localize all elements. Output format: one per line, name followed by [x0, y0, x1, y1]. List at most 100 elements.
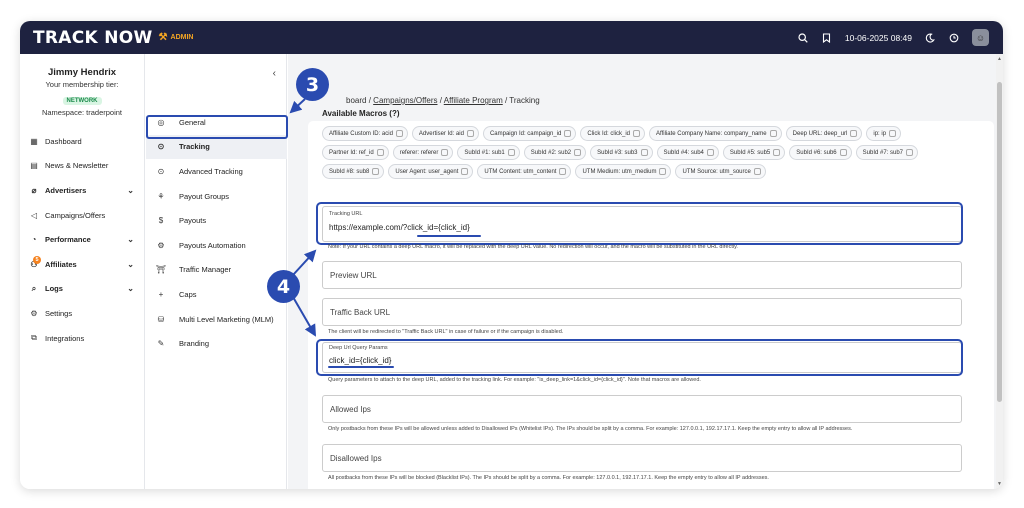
copy-icon[interactable]	[461, 168, 469, 175]
macro-chip[interactable]: Affiliate Company Name: company_name	[649, 126, 782, 141]
macro-chip[interactable]: referer: referer	[392, 145, 454, 160]
sidebar-item-dashboard[interactable]: ▦ Dashboard	[20, 129, 144, 154]
sidebar-item-news[interactable]: ▤ News & Newsletter	[20, 154, 144, 179]
allowed-ips-field[interactable]: Allowed Ips	[322, 395, 962, 423]
disallowed-ips-field[interactable]: Disallowed Ips	[322, 444, 962, 472]
subnav-item-advanced-tracking[interactable]: ⊙ Advanced Tracking	[146, 159, 287, 184]
copy-icon[interactable]	[706, 149, 714, 156]
subnav-item-branding[interactable]: ✎ Branding	[146, 331, 287, 356]
macro-chip-label: Deep URL: deep_url	[792, 130, 848, 137]
macro-chip[interactable]: Affiliate Custom ID: acid	[322, 126, 408, 141]
macro-chip-list: Affiliate Custom ID: acid Advertiser Id: …	[322, 126, 962, 179]
copy-icon[interactable]	[769, 130, 777, 137]
macro-chip[interactable]: UTM Source: utm_source	[675, 164, 766, 179]
sidebar-item-settings[interactable]: ⚙ Settings	[20, 301, 144, 326]
macro-chip[interactable]: UTM Content: utm_content	[477, 164, 572, 179]
subnav-item-payouts[interactable]: $ Payouts	[146, 208, 287, 233]
macro-chip[interactable]: UTM Medium: utm_medium	[575, 164, 672, 179]
traffic-back-url-field[interactable]: Traffic Back URL	[322, 298, 962, 326]
macro-chip-label: SubId #7: sub7	[862, 149, 904, 156]
preview-url-field[interactable]: Preview URL	[322, 261, 962, 289]
macro-chip[interactable]: User Agent: user_agent	[388, 164, 474, 179]
macro-chip[interactable]: SubId #3: sub3	[590, 145, 653, 160]
search-icon[interactable]	[797, 32, 809, 44]
user-card: Jimmy Hendrix Your membership tier: NETW…	[20, 54, 144, 117]
macro-chip[interactable]: SubId #6: sub6	[789, 145, 852, 160]
breadcrumb-separator: /	[504, 96, 508, 105]
copy-icon[interactable]	[441, 149, 449, 156]
bookmark-icon[interactable]	[821, 32, 833, 44]
macro-chip[interactable]: SubId #4: sub4	[656, 145, 719, 160]
subnav-item-payouts-automation[interactable]: ⚙ Payouts Automation	[146, 233, 287, 258]
app-logo[interactable]: TRACK NOW	[33, 28, 153, 48]
scroll-down-icon[interactable]: ▼	[997, 481, 1002, 487]
sidebar-item-campaigns[interactable]: ◁ Campaigns/Offers	[20, 203, 144, 228]
moon-icon[interactable]	[924, 32, 936, 44]
copy-icon[interactable]	[564, 130, 572, 137]
subnav-item-traffic-manager[interactable]: ⛩ Traffic Manager	[146, 258, 287, 283]
admin-badge: ⚒ ADMIN	[159, 32, 194, 43]
sidebar-item-advertisers[interactable]: ⌀ Advertisers ⌄	[20, 178, 144, 203]
subnav-item-mlm[interactable]: ⛁ Multi Level Marketing (MLM)	[146, 307, 287, 332]
macro-chip[interactable]: ip: ip	[866, 126, 902, 141]
copy-icon[interactable]	[507, 149, 515, 156]
macro-chip-label: referer: referer	[399, 149, 439, 156]
breadcrumb-campaigns[interactable]: Campaigns/Offers	[373, 96, 437, 105]
sidebar-item-performance[interactable]: ◔ Performance ⌄	[20, 227, 144, 252]
macro-chip-label: Partner Id: ref_id	[329, 149, 374, 156]
breadcrumb-affiliate-program[interactable]: Affiliate Program	[444, 96, 503, 105]
copy-icon[interactable]	[574, 149, 582, 156]
macro-chip[interactable]: SubId #8: sub8	[322, 164, 385, 179]
copy-icon[interactable]	[395, 130, 403, 137]
sidebar-item-label: Advertisers	[45, 185, 87, 195]
copy-icon[interactable]	[640, 149, 648, 156]
copy-icon[interactable]	[839, 149, 847, 156]
collapse-chevron-icon[interactable]: ‹	[273, 68, 276, 79]
macro-chip-label: SubId #3: sub3	[597, 149, 638, 156]
subnav-item-caps[interactable]: + Caps	[146, 282, 287, 307]
datetime: 10-06-2025 08:49	[844, 32, 912, 43]
dashboard-icon: ▦	[30, 136, 38, 146]
macro-chip-label: SubId #5: sub5	[729, 149, 771, 156]
clock-icon[interactable]	[948, 32, 960, 44]
deep-url-highlight-box	[316, 339, 963, 376]
hierarchy-icon: ⚘	[157, 191, 165, 201]
macro-chip[interactable]: SubId #1: sub1	[457, 145, 520, 160]
sidebar-item-logs[interactable]: ⌕ Logs ⌄	[20, 277, 144, 302]
settings-icon: ⚙	[30, 308, 38, 318]
sidebar-item-affiliates[interactable]: ⚇ 5 Affiliates ⌄	[20, 252, 144, 277]
page-scrollbar[interactable]: ▲ ▼	[996, 54, 1003, 489]
app-window: TRACK NOW ⚒ ADMIN 10-06-2025 08:49 ☺ Jim…	[20, 21, 1003, 489]
macro-chip[interactable]: SubId #7: sub7	[855, 145, 919, 160]
copy-icon[interactable]	[659, 168, 667, 175]
scrollbar-thumb[interactable]	[997, 82, 1002, 402]
copy-icon[interactable]	[850, 130, 858, 137]
macro-chip[interactable]: Advertiser Id: aid	[411, 126, 479, 141]
copy-icon[interactable]	[906, 149, 914, 156]
macro-chip-label: Click Id: click_id	[587, 130, 631, 137]
copy-icon[interactable]	[372, 168, 380, 175]
macro-chip[interactable]: SubId #2: sub2	[523, 145, 587, 160]
breadcrumb: board / Campaigns/Offers / Affiliate Pro…	[346, 96, 540, 105]
copy-icon[interactable]	[466, 130, 474, 137]
copy-icon[interactable]	[753, 168, 761, 175]
copy-icon[interactable]	[376, 149, 384, 156]
copy-icon[interactable]	[773, 149, 781, 156]
sidebar-item-integrations[interactable]: ⧉ Integrations	[20, 326, 144, 351]
copy-icon[interactable]	[559, 168, 567, 175]
user-avatar[interactable]: ☺	[972, 29, 989, 46]
preview-url-label: Preview URL	[330, 271, 377, 280]
copy-icon[interactable]	[889, 130, 897, 137]
breadcrumb-dashboard[interactable]: board	[346, 96, 366, 105]
top-right-controls: 10-06-2025 08:49 ☺	[797, 21, 989, 54]
macro-chip[interactable]: Click Id: click_id	[580, 126, 646, 141]
scroll-up-icon[interactable]: ▲	[997, 56, 1002, 62]
target-icon: ⊙	[157, 142, 165, 152]
traffic-back-url-label: Traffic Back URL	[330, 308, 391, 317]
macro-chip[interactable]: Campaign Id: campaign_id	[482, 126, 577, 141]
copy-icon[interactable]	[633, 130, 641, 137]
macro-chip[interactable]: SubId #5: sub5	[722, 145, 786, 160]
macro-chip[interactable]: Deep URL: deep_url	[785, 126, 863, 141]
subnav-item-payout-groups[interactable]: ⚘ Payout Groups	[146, 184, 287, 209]
macro-chip[interactable]: Partner Id: ref_id	[322, 145, 389, 160]
